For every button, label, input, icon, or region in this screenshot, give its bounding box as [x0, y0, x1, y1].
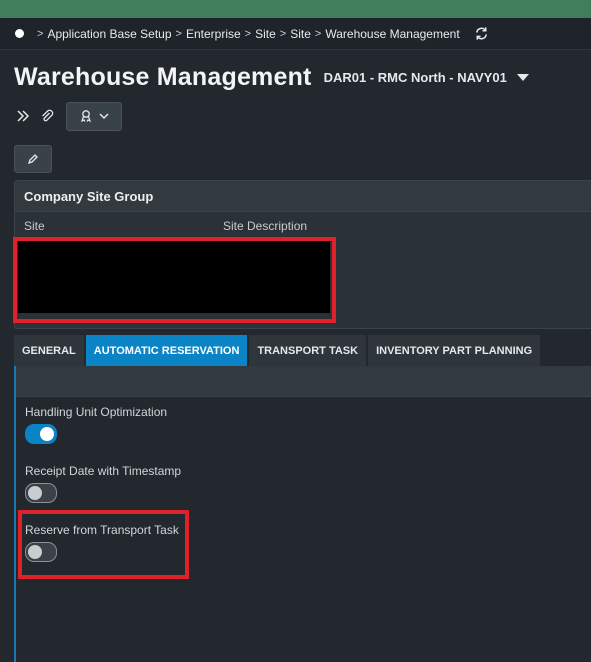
site-column-label: Site: [24, 219, 45, 233]
chevron-down-icon: [99, 113, 109, 120]
ribbon-icon: [80, 110, 92, 123]
page-title: Warehouse Management: [14, 62, 312, 91]
breadcrumb-item[interactable]: Enterprise: [186, 27, 241, 41]
highlight-box: [13, 237, 336, 323]
refresh-icon[interactable]: [474, 26, 490, 42]
toggle-knob: [40, 427, 54, 441]
breadcrumb: > Application Base Setup > Enterprise > …: [0, 18, 591, 50]
chevron-right-icon: >: [314, 27, 322, 40]
toggle-knob: [28, 486, 42, 500]
edit-button[interactable]: [14, 145, 52, 173]
field-receipt-date-with-timestamp: Receipt Date with Timestamp: [25, 464, 181, 503]
tab-transport-task[interactable]: TRANSPORT TASK: [249, 335, 367, 366]
tab-toolbar: [16, 366, 591, 397]
tab-inventory-part-planning[interactable]: INVENTORY PART PLANNING: [368, 335, 541, 366]
context-selector[interactable]: DAR01 - RMC North - NAVY01: [324, 70, 529, 85]
title-row: Warehouse Management DAR01 - RMC North -…: [14, 60, 529, 94]
actions-dropdown-button[interactable]: [66, 101, 122, 131]
home-icon[interactable]: [15, 29, 24, 38]
top-strip: [0, 0, 591, 18]
context-label: DAR01 - RMC North - NAVY01: [323, 69, 507, 85]
expand-all-icon[interactable]: [14, 107, 32, 125]
tab-bar: GENERAL AUTOMATIC RESERVATION TRANSPORT …: [14, 335, 542, 366]
breadcrumb-item[interactable]: Site: [255, 27, 276, 41]
breadcrumb-item[interactable]: Application Base Setup: [47, 27, 171, 41]
highlight-box: [18, 510, 189, 579]
command-row: [14, 101, 122, 131]
tab-general[interactable]: GENERAL: [14, 335, 84, 366]
chevron-right-icon: >: [244, 27, 252, 40]
chevron-right-icon: >: [37, 27, 44, 40]
chevron-right-icon: >: [175, 27, 182, 40]
breadcrumb-item[interactable]: Site: [290, 27, 311, 41]
pencil-icon: [27, 154, 38, 165]
field-label: Receipt Date with Timestamp: [25, 464, 182, 478]
handling-unit-optimization-toggle[interactable]: [25, 424, 57, 444]
chevron-right-icon: >: [279, 27, 287, 40]
chevron-down-icon: [516, 73, 529, 81]
field-label: Handling Unit Optimization: [25, 405, 168, 419]
paperclip-icon[interactable]: [38, 107, 56, 125]
tab-automatic-reservation[interactable]: AUTOMATIC RESERVATION: [85, 335, 248, 366]
site-description-column-label: Site Description: [223, 219, 308, 233]
receipt-date-with-timestamp-toggle[interactable]: [25, 483, 57, 503]
field-handling-unit-optimization: Handling Unit Optimization: [25, 405, 167, 444]
group-title: Company Site Group: [15, 181, 591, 212]
breadcrumb-item-current: Warehouse Management: [325, 26, 460, 41]
